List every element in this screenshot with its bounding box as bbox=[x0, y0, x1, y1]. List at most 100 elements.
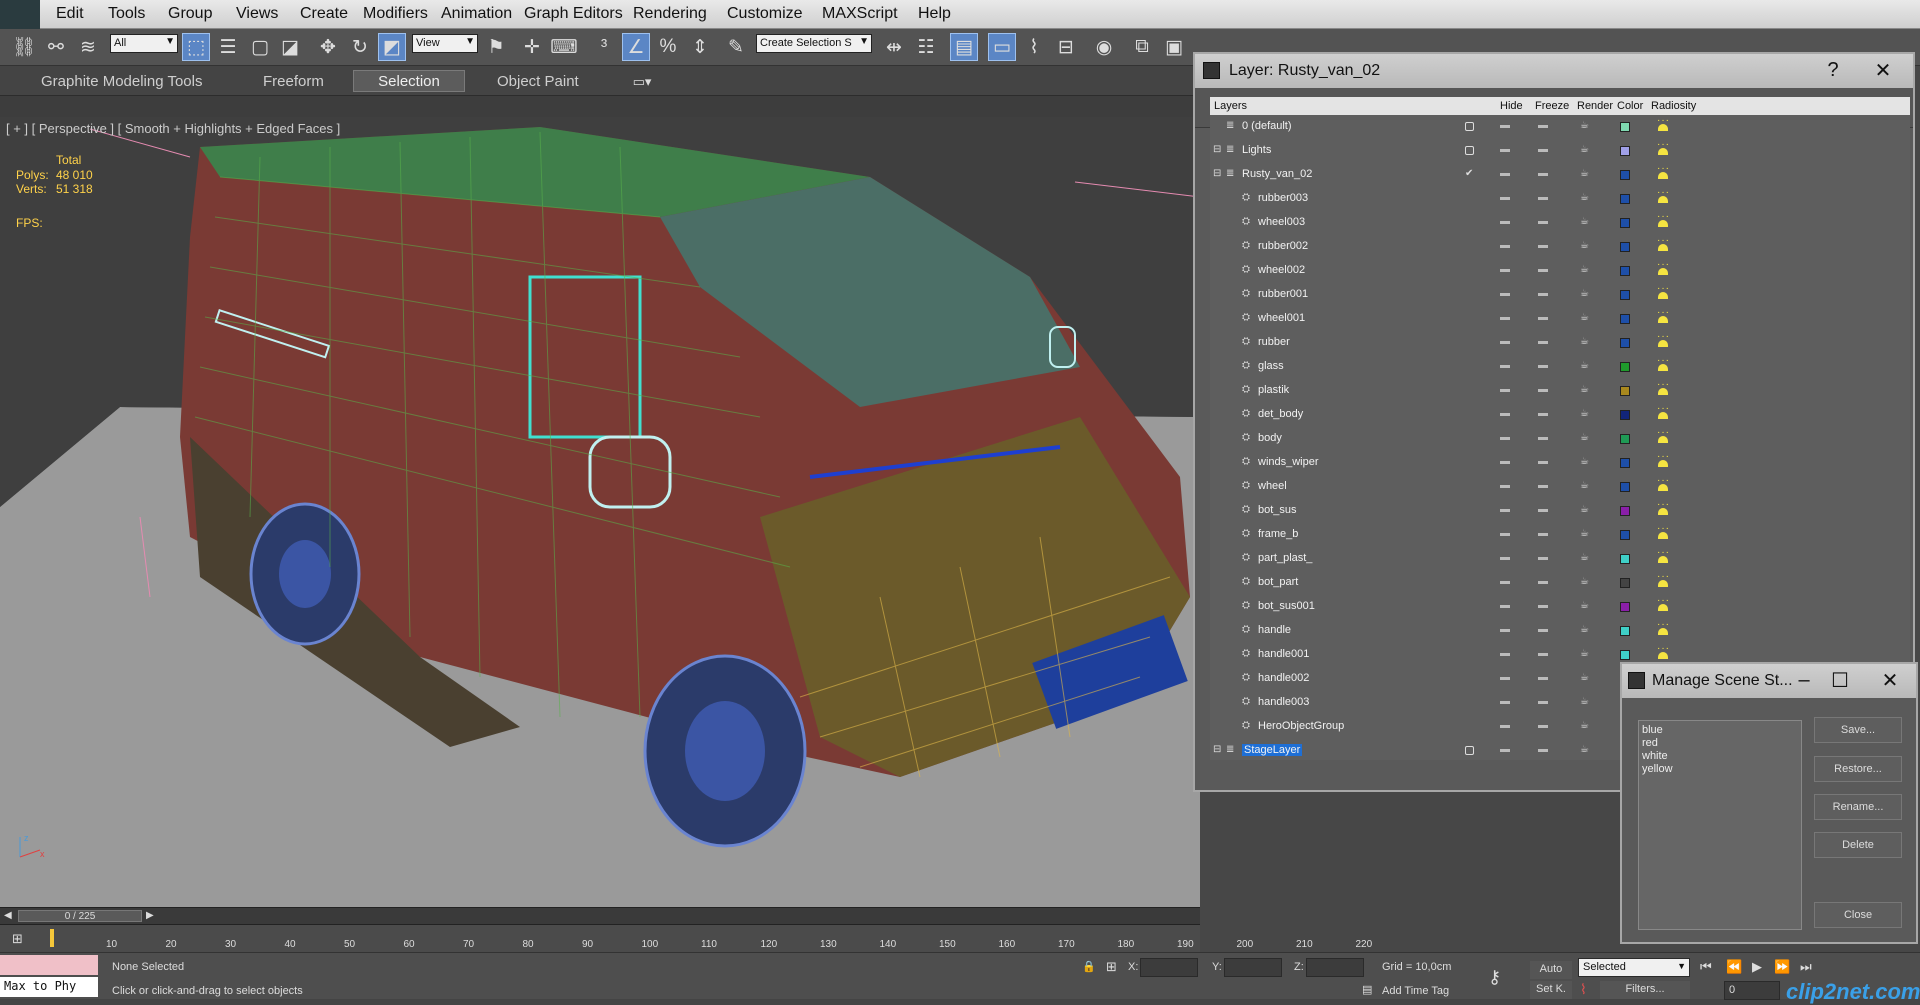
tab-freeform[interactable]: Freeform bbox=[252, 70, 335, 92]
layer-dialog-titlebar[interactable]: Layer: Rusty_van_02 ? ✕ bbox=[1195, 54, 1913, 88]
teapot-render-icon[interactable]: ☕ bbox=[1580, 480, 1591, 491]
hide-toggle[interactable]: ▬ bbox=[1500, 288, 1510, 299]
layer-name[interactable]: handle001 bbox=[1258, 648, 1309, 660]
radiosity-icon[interactable] bbox=[1656, 475, 1670, 492]
scene-state-item[interactable]: yellow bbox=[1642, 763, 1798, 776]
layer-name[interactable]: winds_wiper bbox=[1258, 456, 1319, 468]
teapot-render-icon[interactable]: ☕ bbox=[1580, 408, 1591, 419]
layer-name[interactable]: body bbox=[1258, 432, 1282, 444]
scene-state-item[interactable]: red bbox=[1642, 737, 1798, 750]
layer-row[interactable]: ⛭ frame_b ▬ ▬ ☕ bbox=[1210, 523, 1920, 547]
layer-color-swatch[interactable] bbox=[1620, 122, 1630, 132]
freeze-toggle[interactable]: ▬ bbox=[1538, 384, 1548, 395]
radiosity-icon[interactable] bbox=[1656, 643, 1670, 660]
col-color[interactable]: Color bbox=[1617, 100, 1643, 112]
layer-color-swatch[interactable] bbox=[1620, 386, 1630, 396]
hide-toggle[interactable]: ▬ bbox=[1500, 720, 1510, 731]
material-editor-icon[interactable]: ◉ bbox=[1090, 33, 1118, 61]
layer-name[interactable]: wheel002 bbox=[1258, 264, 1305, 276]
layer-name[interactable]: glass bbox=[1258, 360, 1284, 372]
teapot-render-icon[interactable]: ☕ bbox=[1580, 168, 1591, 179]
snaps-toggle-icon[interactable]: ³ bbox=[590, 33, 618, 61]
rotate-icon[interactable]: ↻ bbox=[346, 33, 374, 61]
teapot-render-icon[interactable]: ☕ bbox=[1580, 144, 1591, 155]
menu-rendering[interactable]: Rendering bbox=[633, 5, 707, 23]
layer-name[interactable]: part_plast_ bbox=[1258, 552, 1312, 564]
layer-row[interactable]: ⛭ glass ▬ ▬ ☕ bbox=[1210, 355, 1920, 379]
default-in-out-tangent-icon[interactable]: ⌇ bbox=[1580, 981, 1587, 998]
freeze-toggle[interactable]: ▬ bbox=[1538, 720, 1548, 731]
layer-row[interactable]: ⛭ wheel ▬ ▬ ☕ bbox=[1210, 475, 1920, 499]
select-object-icon[interactable]: ⬚ bbox=[182, 33, 210, 61]
radiosity-icon[interactable] bbox=[1656, 163, 1670, 180]
menu-views[interactable]: Views bbox=[236, 5, 278, 23]
freeze-toggle[interactable]: ▬ bbox=[1538, 552, 1548, 563]
teapot-render-icon[interactable]: ☕ bbox=[1580, 360, 1591, 371]
freeze-toggle[interactable]: ▬ bbox=[1538, 600, 1548, 611]
maximize-icon[interactable]: ☐ bbox=[1822, 668, 1858, 692]
auto-key-button[interactable]: Auto bbox=[1530, 961, 1572, 979]
radiosity-icon[interactable] bbox=[1656, 523, 1670, 540]
layer-row[interactable]: ⛭ bot_sus001 ▬ ▬ ☕ bbox=[1210, 595, 1920, 619]
col-layers[interactable]: Layers bbox=[1214, 100, 1247, 112]
teapot-render-icon[interactable]: ☕ bbox=[1580, 672, 1591, 683]
teapot-render-icon[interactable]: ☕ bbox=[1580, 504, 1591, 515]
menu-create[interactable]: Create bbox=[300, 5, 348, 23]
radiosity-icon[interactable] bbox=[1656, 307, 1670, 324]
teapot-render-icon[interactable]: ☕ bbox=[1580, 432, 1591, 443]
radiosity-icon[interactable] bbox=[1656, 115, 1670, 132]
teapot-render-icon[interactable]: ☕ bbox=[1580, 120, 1591, 131]
radiosity-icon[interactable] bbox=[1656, 139, 1670, 156]
radiosity-icon[interactable] bbox=[1656, 427, 1670, 444]
col-render[interactable]: Render bbox=[1577, 100, 1613, 112]
layer-row[interactable]: ⛭ wheel002 ▬ ▬ ☕ bbox=[1210, 259, 1920, 283]
hide-toggle[interactable]: ▬ bbox=[1500, 432, 1510, 443]
layer-color-swatch[interactable] bbox=[1620, 146, 1630, 156]
hide-toggle[interactable]: ▬ bbox=[1500, 624, 1510, 635]
hide-toggle[interactable]: ▬ bbox=[1500, 528, 1510, 539]
freeze-toggle[interactable]: ▬ bbox=[1538, 624, 1548, 635]
link-icon[interactable]: ⛓ bbox=[10, 33, 38, 61]
close-button[interactable]: Close bbox=[1814, 902, 1902, 928]
freeze-toggle[interactable]: ▬ bbox=[1538, 576, 1548, 587]
radiosity-icon[interactable] bbox=[1656, 331, 1670, 348]
layer-color-swatch[interactable] bbox=[1620, 458, 1630, 468]
unlink-icon[interactable]: ⚯ bbox=[42, 33, 70, 61]
z-field[interactable] bbox=[1306, 958, 1364, 977]
menu-tools[interactable]: Tools bbox=[108, 5, 145, 23]
scale-icon[interactable]: ◩ bbox=[378, 33, 406, 61]
radiosity-icon[interactable] bbox=[1656, 187, 1670, 204]
hide-toggle[interactable]: ▬ bbox=[1500, 696, 1510, 707]
rect-selection-icon[interactable]: ▢ bbox=[246, 33, 274, 61]
maxscript-mini-listener[interactable]: Max to Phy bbox=[0, 977, 98, 997]
freeze-toggle[interactable]: ▬ bbox=[1538, 216, 1548, 227]
schematic-view-icon[interactable]: ⊟ bbox=[1052, 33, 1080, 61]
layer-color-swatch[interactable] bbox=[1620, 242, 1630, 252]
freeze-toggle[interactable]: ▬ bbox=[1538, 360, 1548, 371]
move-icon[interactable]: ✥ bbox=[314, 33, 342, 61]
col-radiosity[interactable]: Radiosity bbox=[1651, 100, 1696, 112]
freeze-toggle[interactable]: ▬ bbox=[1538, 288, 1548, 299]
layer-row[interactable]: ⛭ rubber001 ▬ ▬ ☕ bbox=[1210, 283, 1920, 307]
menu-help[interactable]: Help bbox=[918, 5, 951, 23]
layer-row[interactable]: ⛭ part_plast_ ▬ ▬ ☕ bbox=[1210, 547, 1920, 571]
teapot-render-icon[interactable]: ☕ bbox=[1580, 744, 1591, 755]
checkmark-icon[interactable]: ✔ bbox=[1465, 168, 1476, 179]
layer-color-swatch[interactable] bbox=[1620, 626, 1630, 636]
freeze-toggle[interactable]: ▬ bbox=[1538, 528, 1548, 539]
freeze-toggle[interactable]: ▬ bbox=[1538, 312, 1548, 323]
help-icon[interactable]: ? bbox=[1815, 58, 1851, 82]
hide-toggle[interactable]: ▬ bbox=[1500, 360, 1510, 371]
layer-color-swatch[interactable] bbox=[1620, 314, 1630, 324]
layer-name[interactable]: bot_part bbox=[1258, 576, 1298, 588]
layer-name[interactable]: wheel001 bbox=[1258, 312, 1305, 324]
hide-toggle[interactable]: ▬ bbox=[1500, 480, 1510, 491]
render-setup-icon[interactable]: ⧉ bbox=[1128, 33, 1156, 61]
freeze-toggle[interactable]: ▬ bbox=[1538, 480, 1548, 491]
hide-toggle[interactable]: ▬ bbox=[1500, 192, 1510, 203]
layer-row[interactable]: ⛭ det_body ▬ ▬ ☕ bbox=[1210, 403, 1920, 427]
scene-states-titlebar[interactable]: Manage Scene St... – ☐ ✕ bbox=[1622, 664, 1916, 698]
teapot-render-icon[interactable]: ☕ bbox=[1580, 192, 1591, 203]
ribbon-options-icon[interactable]: ▭▾ bbox=[628, 68, 656, 96]
col-freeze[interactable]: Freeze bbox=[1535, 100, 1569, 112]
